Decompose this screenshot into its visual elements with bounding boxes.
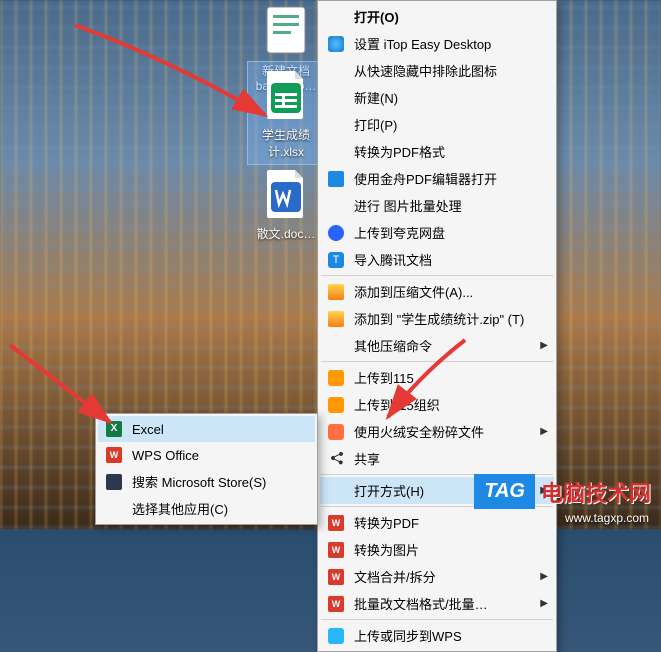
context-menu-item[interactable]: 其他压缩命令 ▶ bbox=[320, 332, 554, 359]
quark-icon bbox=[326, 224, 346, 242]
menu-item-label: 导入腾讯文档 bbox=[354, 250, 534, 269]
menu-item-label: 设置 iTop Easy Desktop bbox=[354, 34, 534, 53]
blank-icon bbox=[326, 143, 346, 161]
submenu-arrow-icon: ▶ bbox=[540, 426, 548, 437]
submenu-arrow-icon: ▶ bbox=[540, 598, 548, 609]
wps-red-icon: W bbox=[326, 595, 346, 613]
context-menu-item[interactable]: 上传到夸克网盘 bbox=[320, 219, 554, 246]
menu-item-label: 上传到115 bbox=[354, 368, 534, 387]
blank-icon bbox=[326, 337, 346, 355]
blank-icon bbox=[326, 116, 346, 134]
menu-item-label: 转换为图片 bbox=[354, 540, 534, 559]
menu-item-label: 新建(N) bbox=[354, 88, 534, 107]
menu-item-label: 添加到 "学生成绩统计.zip" (T) bbox=[354, 309, 534, 328]
context-menu-item[interactable]: 使用金舟PDF编辑器打开 bbox=[320, 165, 554, 192]
watermark-text: 电脑技术网 bbox=[541, 476, 651, 508]
context-menu-item[interactable]: 新建(N) bbox=[320, 84, 554, 111]
docx-icon bbox=[261, 165, 311, 221]
open-with-submenu[interactable]: X Excel W WPS Office 搜索 Microsoft Store(S) 选择… bbox=[95, 413, 318, 525]
context-menu-item[interactable]: W 转换为图片 bbox=[320, 536, 554, 563]
menu-item-label: WPS Office bbox=[132, 448, 295, 463]
context-menu-item[interactable]: 上传到115组织 bbox=[320, 391, 554, 418]
xlsx-icon bbox=[261, 66, 311, 122]
context-menu-item[interactable]: 上传或同步到WPS bbox=[320, 622, 554, 649]
blank-icon bbox=[326, 89, 346, 107]
menu-item-label: 上传到115组织 bbox=[354, 395, 534, 414]
blank-icon bbox=[104, 500, 124, 518]
115-icon bbox=[326, 369, 346, 387]
file-xlsx-selected[interactable]: 学生成绩计.xlsx bbox=[248, 62, 324, 164]
menu-item-label: 转换为PDF格式 bbox=[354, 142, 534, 161]
context-menu-item[interactable]: 上传到115 bbox=[320, 364, 554, 391]
doc-icon bbox=[261, 2, 311, 58]
menu-item-label: 进行 图片批量处理 bbox=[354, 196, 534, 215]
context-menu-item[interactable]: 设置 iTop Easy Desktop bbox=[320, 30, 554, 57]
share-icon bbox=[326, 450, 346, 468]
menu-item-label: 搜索 Microsoft Store(S) bbox=[132, 472, 295, 491]
context-menu-item[interactable]: T 导入腾讯文档 bbox=[320, 246, 554, 273]
context-menu-item[interactable]: W 批量改文档格式/批量… ▶ bbox=[320, 590, 554, 617]
context-menu-item[interactable]: 添加到压缩文件(A)... bbox=[320, 278, 554, 305]
menu-item-label: 选择其他应用(C) bbox=[132, 499, 295, 518]
context-menu-item[interactable]: 打开(O) bbox=[320, 3, 554, 30]
blank-icon bbox=[326, 482, 346, 500]
menu-item-label: 转换为PDF bbox=[354, 513, 534, 532]
menu-item-label: 使用火绒安全粉碎文件 bbox=[354, 422, 534, 441]
wps-red-icon: W bbox=[104, 446, 124, 464]
menu-separator bbox=[321, 619, 553, 620]
menu-item-label: 使用金舟PDF编辑器打开 bbox=[354, 169, 534, 188]
context-menu-item[interactable]: 从快速隐藏中排除此图标 bbox=[320, 57, 554, 84]
submenu-arrow-icon: ▶ bbox=[540, 571, 548, 582]
submenu-arrow-icon: ▶ bbox=[540, 340, 548, 351]
openwith-item[interactable]: X Excel bbox=[98, 416, 315, 442]
zip-icon bbox=[326, 283, 346, 301]
excel-icon: X bbox=[104, 420, 124, 438]
context-menu-item[interactable]: W转换为PDF bbox=[320, 509, 554, 536]
wps-cloud-icon bbox=[326, 627, 346, 645]
menu-item-label: 打开(O) bbox=[354, 7, 534, 26]
blank-icon bbox=[326, 197, 346, 215]
menu-item-label: 添加到压缩文件(A)... bbox=[354, 282, 534, 301]
file-docx[interactable]: 散文.doc… bbox=[248, 165, 324, 242]
huorong-icon bbox=[326, 423, 346, 441]
menu-item-label: 文档合并/拆分 bbox=[354, 567, 534, 586]
menu-item-label: 上传或同步到WPS bbox=[354, 626, 534, 645]
tencent-icon: T bbox=[326, 251, 346, 269]
menu-item-label: 其他压缩命令 bbox=[354, 336, 534, 355]
menu-item-label: 上传到夸克网盘 bbox=[354, 223, 534, 242]
watermark-tag: TAG bbox=[474, 474, 535, 509]
wps-red-icon: W bbox=[326, 568, 346, 586]
context-menu-item[interactable]: 共享 bbox=[320, 445, 554, 472]
openwith-item[interactable]: 选择其他应用(C) bbox=[98, 495, 315, 522]
zip-icon bbox=[326, 310, 346, 328]
file-label: 散文.doc… bbox=[248, 225, 324, 242]
context-menu-item[interactable]: W 文档合并/拆分 ▶ bbox=[320, 563, 554, 590]
context-menu-item[interactable]: 转换为PDF格式 bbox=[320, 138, 554, 165]
context-menu[interactable]: 打开(O) 设置 iTop Easy Desktop 从快速隐藏中排除此图标新建(N… bbox=[317, 0, 557, 652]
menu-item-label: 批量改文档格式/批量… bbox=[354, 594, 534, 613]
menu-separator bbox=[321, 361, 553, 362]
menu-item-label: 从快速隐藏中排除此图标 bbox=[354, 61, 534, 80]
context-menu-item[interactable]: 打印(P) bbox=[320, 111, 554, 138]
context-menu-item[interactable]: 添加到 "学生成绩统计.zip" (T) bbox=[320, 305, 554, 332]
pdf-blue-icon bbox=[326, 170, 346, 188]
context-menu-item[interactable]: 进行 图片批量处理 bbox=[320, 192, 554, 219]
wps-red-icon: W bbox=[326, 541, 346, 559]
menu-item-label: 共享 bbox=[354, 449, 534, 468]
menu-separator bbox=[321, 275, 553, 276]
115-icon bbox=[326, 396, 346, 414]
blank-icon bbox=[326, 8, 346, 26]
openwith-item[interactable]: 搜索 Microsoft Store(S) bbox=[98, 468, 315, 495]
menu-item-label: 打印(P) bbox=[354, 115, 534, 134]
watermark-badge: TAG 电脑技术网 bbox=[474, 474, 651, 509]
itop-icon bbox=[326, 35, 346, 53]
blank-icon bbox=[326, 62, 346, 80]
openwith-item[interactable]: W WPS Office bbox=[98, 442, 315, 468]
file-label: 学生成绩计.xlsx bbox=[248, 126, 324, 160]
context-menu-item[interactable]: 使用火绒安全粉碎文件 ▶ bbox=[320, 418, 554, 445]
store-icon bbox=[104, 473, 124, 491]
menu-item-label: Excel bbox=[132, 422, 295, 437]
watermark-url: www.tagxp.com bbox=[565, 511, 649, 525]
